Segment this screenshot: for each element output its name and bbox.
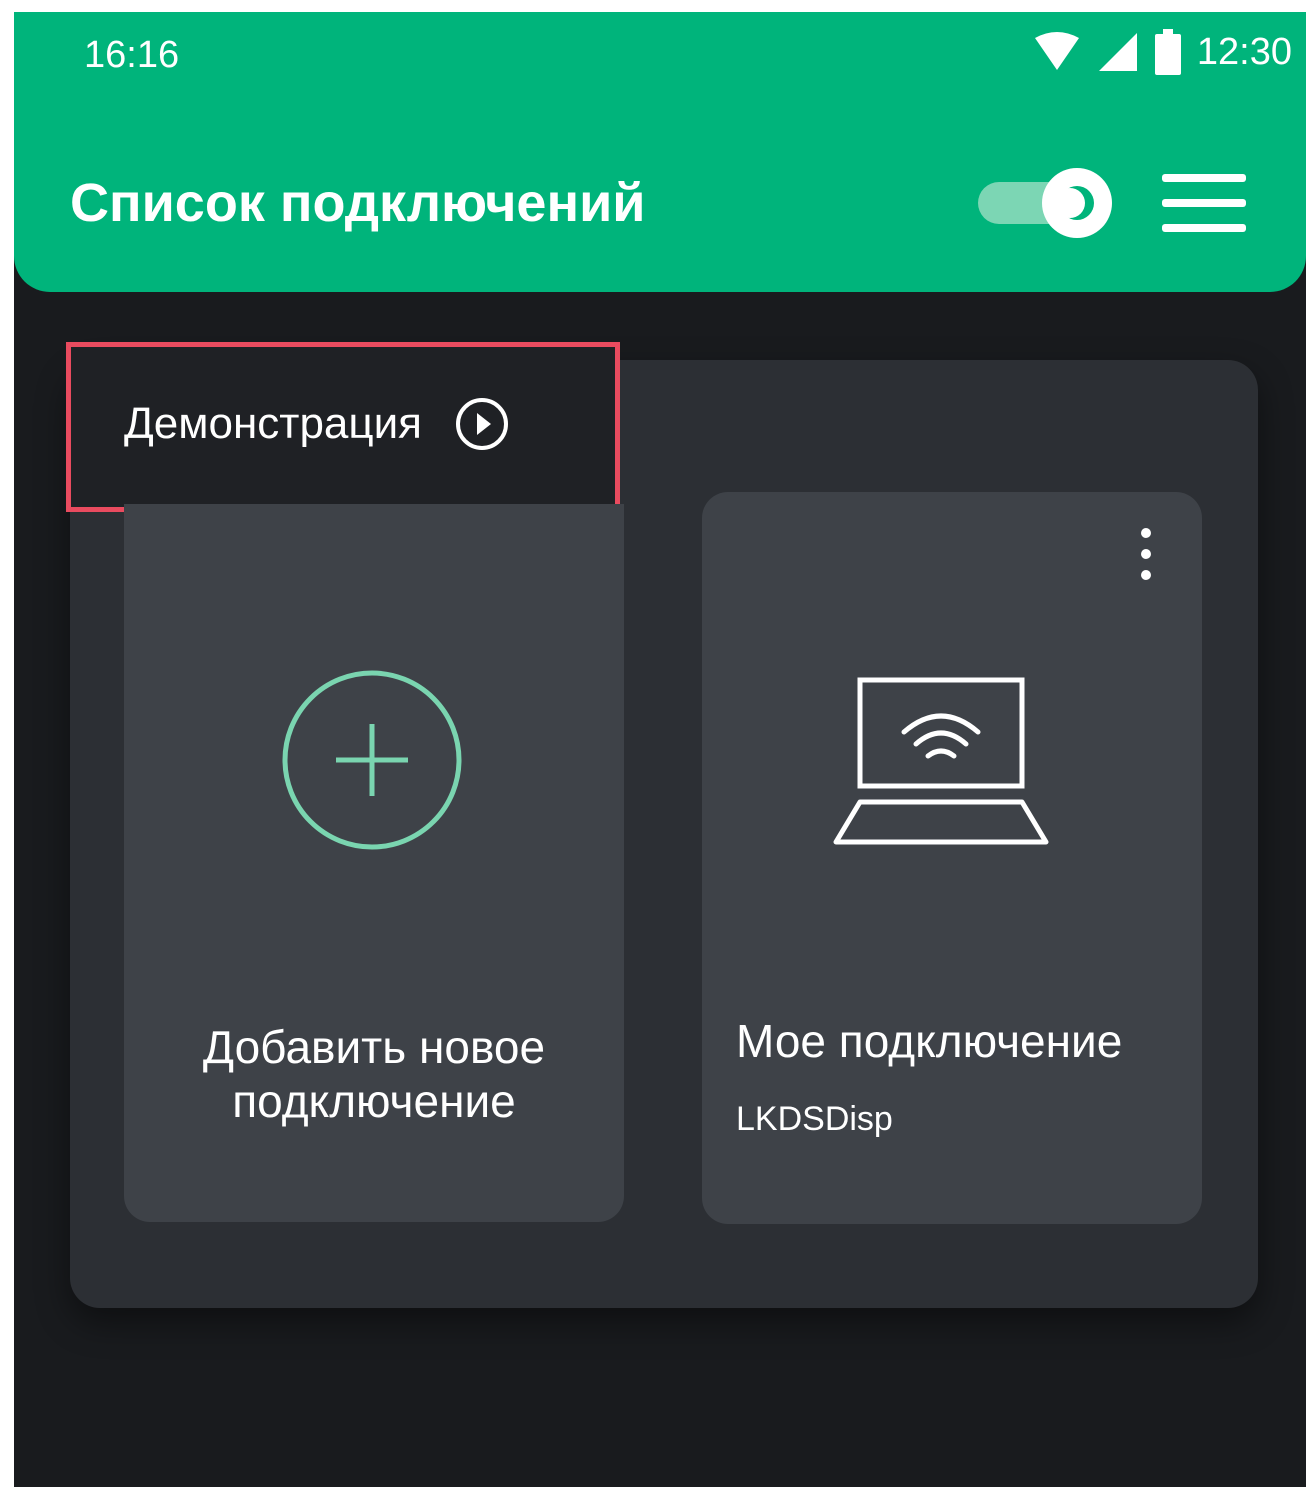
connection-name: Мое подключение — [736, 1015, 1123, 1067]
status-time-left: 16:16 — [84, 34, 180, 76]
add-connection-label: Добавить новое подключение — [124, 1020, 624, 1128]
more-vert-icon[interactable] — [1122, 528, 1170, 580]
app-bar: 16:16 12:30 Список подключений — [14, 12, 1306, 292]
add-circle-icon — [282, 670, 462, 850]
laptop-wifi-icon — [833, 677, 1049, 845]
connection-subtitle: LKDSDisp — [736, 1100, 893, 1138]
play-circle-icon — [456, 398, 508, 450]
dark-mode-icon — [1058, 186, 1094, 220]
demo-label: Демонстрация — [124, 399, 422, 448]
demo-button[interactable]: Демонстрация — [124, 396, 510, 452]
add-connection-label-line1: Добавить новое — [202, 1021, 546, 1073]
menu-button[interactable] — [1162, 172, 1246, 234]
status-time-right: 12:30 — [1196, 30, 1292, 73]
add-connection-label-line2: подключение — [232, 1075, 516, 1127]
battery-icon — [1154, 29, 1181, 75]
theme-toggle[interactable] — [978, 168, 1112, 238]
kebab-dot — [1141, 549, 1151, 559]
status-bar-right: 12:30 — [1033, 28, 1292, 76]
signal-icon — [1098, 33, 1137, 71]
toggle-knob — [1042, 168, 1112, 238]
kebab-dot — [1141, 570, 1151, 580]
add-connection-card[interactable]: Добавить новое подключение — [124, 504, 624, 1222]
connection-card[interactable]: Мое подключение LKDSDisp — [702, 492, 1202, 1224]
hamburger-menu-icon — [1162, 174, 1246, 232]
wifi-icon — [1034, 32, 1079, 70]
page-title: Список подключений — [70, 173, 646, 233]
app-screen: 16:16 12:30 Список подключений Демонстра… — [14, 12, 1306, 1487]
kebab-dot — [1141, 528, 1151, 538]
